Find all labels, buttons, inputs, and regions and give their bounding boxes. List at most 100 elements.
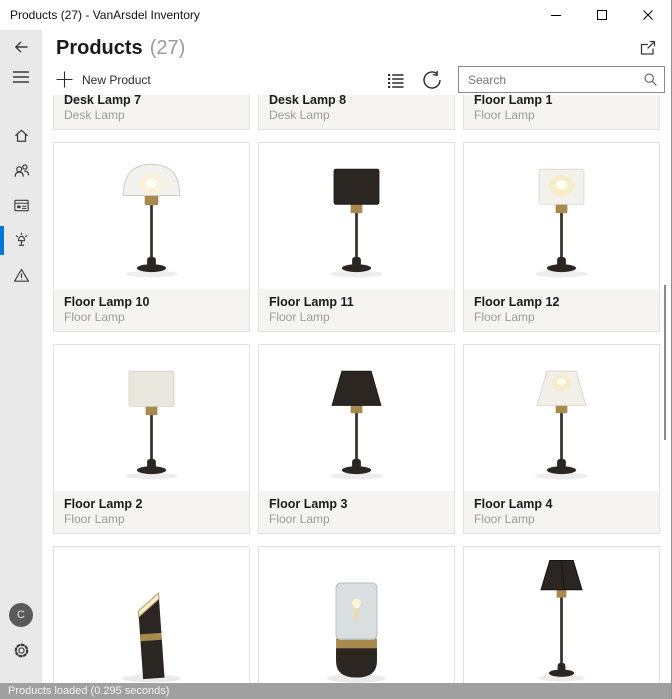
product-name: Floor Lamp 4 — [474, 497, 553, 511]
product-name: Floor Lamp 11 — [269, 295, 354, 309]
lamp-icon — [15, 232, 27, 246]
product-card[interactable]: Floor Lamp 3 Floor Lamp — [258, 344, 455, 534]
back-icon — [15, 41, 28, 53]
sidebar-item-home[interactable] — [0, 118, 42, 153]
product-category: Desk Lamp — [64, 108, 125, 122]
product-category: Floor Lamp — [474, 512, 535, 526]
page-title: Products — [56, 36, 143, 59]
product-card[interactable]: Floor Lamp 2 Floor Lamp — [53, 344, 250, 534]
status-bar: Products loaded (0.295 seconds) — [0, 683, 671, 699]
product-card-footer: Floor Lamp 2 Floor Lamp — [54, 491, 249, 533]
product-image — [464, 547, 659, 683]
product-card-footer: Desk Lamp 7 Desk Lamp — [54, 95, 249, 129]
product-category: Desk Lamp — [269, 108, 330, 122]
sidebar-flex-spacer — [0, 293, 42, 603]
product-name: Floor Lamp 10 — [64, 295, 150, 309]
product-category: Floor Lamp — [474, 108, 535, 122]
list-view-icon — [388, 73, 404, 88]
refresh-icon — [423, 70, 441, 89]
toolbar-right — [385, 66, 665, 93]
open-in-window-button[interactable] — [638, 40, 657, 57]
avatar-initial: C — [17, 609, 25, 621]
refresh-button[interactable] — [421, 69, 443, 91]
search-input[interactable] — [459, 71, 643, 88]
maximize-button[interactable] — [579, 0, 625, 30]
close-icon — [643, 10, 653, 20]
page-header: Products (27) — [56, 36, 657, 60]
product-card[interactable]: Desk Lamp 8 Desk Lamp — [258, 95, 455, 130]
product-category: Floor Lamp — [64, 310, 125, 324]
product-category: Floor Lamp — [474, 310, 535, 324]
product-name: Floor Lamp 2 — [64, 497, 143, 511]
product-image — [259, 143, 454, 289]
product-image — [54, 345, 249, 491]
back-button[interactable] — [0, 32, 42, 62]
product-image — [259, 345, 454, 491]
product-name: Desk Lamp 7 — [64, 95, 142, 107]
settings-gear-icon — [14, 643, 28, 657]
page-count: (27) — [149, 36, 186, 59]
product-card-footer: Floor Lamp 12 Floor Lamp — [464, 289, 659, 331]
sidebar-item-alerts[interactable] — [0, 258, 42, 293]
sidebar-item-products[interactable] — [0, 223, 42, 258]
user-avatar[interactable]: C — [9, 603, 33, 627]
close-button[interactable] — [625, 0, 671, 30]
product-card[interactable]: Floor Lamp 12 Floor Lamp — [463, 142, 660, 332]
people-icon — [14, 164, 29, 177]
product-image — [54, 547, 249, 683]
status-text: Products loaded (0.295 seconds) — [8, 685, 170, 697]
nav-menu-button[interactable] — [0, 62, 42, 92]
product-card[interactable]: Desk Lamp 7 Desk Lamp — [53, 95, 250, 130]
selected-indicator — [0, 226, 4, 255]
titlebar: Products (27) - VanArsdel Inventory — [0, 0, 671, 30]
product-name: Floor Lamp 12 — [474, 295, 560, 309]
product-card[interactable] — [53, 546, 250, 683]
plus-icon — [56, 71, 73, 88]
window-title: Products (27) - VanArsdel Inventory — [10, 8, 200, 22]
popout-icon — [640, 40, 656, 55]
product-category: Floor Lamp — [269, 512, 330, 526]
product-image — [54, 143, 249, 289]
minimize-button[interactable] — [533, 0, 579, 30]
app-body: C Products (27) New Product Search Desk … — [0, 30, 671, 683]
product-category: Floor Lamp — [269, 310, 330, 324]
product-card-footer: Desk Lamp 8 Desk Lamp — [259, 95, 454, 129]
product-image — [464, 143, 659, 289]
product-image — [464, 345, 659, 491]
sidebar: C — [0, 30, 42, 683]
product-card-footer: Floor Lamp 3 Floor Lamp — [259, 491, 454, 533]
product-card[interactable]: Floor Lamp 10 Floor Lamp — [53, 142, 250, 332]
main-content: Products (27) New Product Search Desk La… — [42, 30, 671, 683]
maximize-icon — [597, 10, 607, 20]
app-window: Products (27) - VanArsdel Inventory C Pr… — [0, 0, 672, 699]
search-box — [458, 66, 665, 93]
sidebar-item-settings[interactable] — [0, 635, 42, 665]
product-grid-viewport: Desk Lamp 7 Desk Lamp Desk Lamp 8 Desk L… — [42, 95, 671, 683]
new-product-button[interactable]: New Product — [56, 71, 151, 88]
minimize-icon — [551, 15, 561, 16]
orders-card-icon — [13, 199, 29, 212]
vertical-scrollbar[interactable] — [664, 285, 666, 440]
warning-icon — [13, 268, 29, 282]
product-name: Floor Lamp 1 — [474, 95, 553, 107]
toolbar: New Product — [56, 66, 665, 93]
product-card[interactable]: Floor Lamp 1 Floor Lamp — [463, 95, 660, 130]
product-category: Floor Lamp — [64, 512, 125, 526]
search-icon — [644, 73, 657, 86]
product-card-footer: Floor Lamp 10 Floor Lamp — [54, 289, 249, 331]
product-card[interactable] — [258, 546, 455, 683]
product-card[interactable]: Floor Lamp 11 Floor Lamp — [258, 142, 455, 332]
product-grid: Desk Lamp 7 Desk Lamp Desk Lamp 8 Desk L… — [42, 95, 671, 683]
sidebar-item-people[interactable] — [0, 153, 42, 188]
product-name: Desk Lamp 8 — [269, 95, 347, 107]
product-card[interactable] — [463, 546, 660, 683]
product-card-footer: Floor Lamp 1 Floor Lamp — [464, 95, 659, 129]
list-view-button[interactable] — [385, 71, 406, 89]
product-image — [259, 547, 454, 683]
product-card-footer: Floor Lamp 11 Floor Lamp — [259, 289, 454, 331]
menu-icon — [13, 71, 29, 83]
sidebar-item-orders[interactable] — [0, 188, 42, 223]
product-card[interactable]: Floor Lamp 4 Floor Lamp — [463, 344, 660, 534]
new-product-label: New Product — [82, 72, 151, 87]
